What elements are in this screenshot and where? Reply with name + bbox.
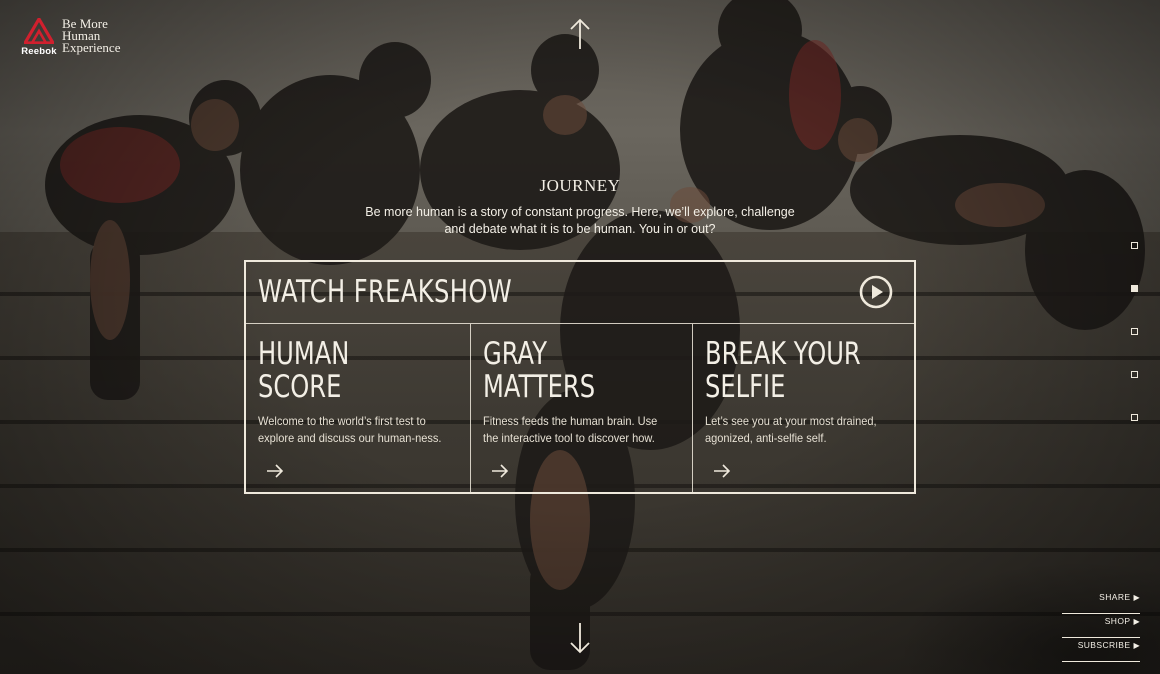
brand-logo[interactable]: Reebok Be More Human Experience	[20, 16, 121, 57]
card-description: Fitness feeds the human brain. Use the i…	[483, 414, 658, 445]
section-title: JOURNEY	[539, 176, 621, 195]
arrow-up-icon[interactable]	[569, 18, 591, 50]
section-nav-dots	[1131, 242, 1138, 457]
section-dot-2-active[interactable]	[1131, 285, 1138, 292]
shop-link[interactable]: SHOP ▶	[1062, 614, 1140, 638]
triangle-right-icon: ▶	[1133, 617, 1140, 626]
watch-freakshow-label: WATCH FREAKSHOW	[258, 274, 513, 310]
watch-freakshow-button[interactable]: WATCH FREAKSHOW	[246, 262, 914, 324]
arrow-down-icon[interactable]	[569, 622, 591, 654]
card-description: Welcome to the world’s first test to exp…	[258, 414, 442, 445]
card-title: BREAK YOUR SELFIE	[705, 336, 861, 405]
triangle-right-icon: ▶	[1133, 641, 1140, 650]
logo-brand-name: Reebok	[21, 46, 57, 57]
arrow-right-icon[interactable]	[491, 464, 509, 478]
card-human-score[interactable]: HUMAN SCORE Welcome to the world’s first…	[246, 324, 470, 492]
share-label: SHARE	[1099, 592, 1131, 602]
share-link[interactable]: SHARE ▶	[1062, 590, 1140, 614]
logo-tagline: Be More Human Experience	[62, 16, 121, 55]
arrow-right-icon[interactable]	[713, 464, 731, 478]
card-gray-matters[interactable]: GRAY MATTERS Fitness feeds the human bra…	[470, 324, 692, 492]
section-dot-3[interactable]	[1131, 328, 1138, 335]
section-dot-4[interactable]	[1131, 371, 1138, 378]
subscribe-label: SUBSCRIBE	[1077, 640, 1131, 650]
shop-label: SHOP	[1104, 616, 1131, 626]
play-circle-icon[interactable]	[859, 275, 893, 309]
footer-links: SHARE ▶ SHOP ▶ SUBSCRIBE ▶	[1062, 590, 1140, 662]
arrow-right-icon[interactable]	[266, 464, 284, 478]
section-dot-1[interactable]	[1131, 242, 1138, 249]
intro-text: Be more human is a story of constant pro…	[365, 205, 795, 236]
card-break-your-selfie[interactable]: BREAK YOUR SELFIE Let’s see you at your …	[692, 324, 914, 492]
logo-mark: Reebok	[20, 18, 58, 57]
subscribe-link[interactable]: SUBSCRIBE ▶	[1062, 638, 1140, 662]
card-description: Let’s see you at your most drained, agon…	[705, 414, 877, 445]
content-grid: WATCH FREAKSHOW HUMAN SCORE Welcome to t…	[244, 260, 916, 494]
card-title: GRAY MATTERS	[483, 336, 596, 405]
card-title: HUMAN SCORE	[258, 336, 350, 405]
reebok-delta-logo-icon	[24, 18, 54, 44]
triangle-right-icon: ▶	[1133, 593, 1140, 602]
section-dot-5[interactable]	[1131, 414, 1138, 421]
